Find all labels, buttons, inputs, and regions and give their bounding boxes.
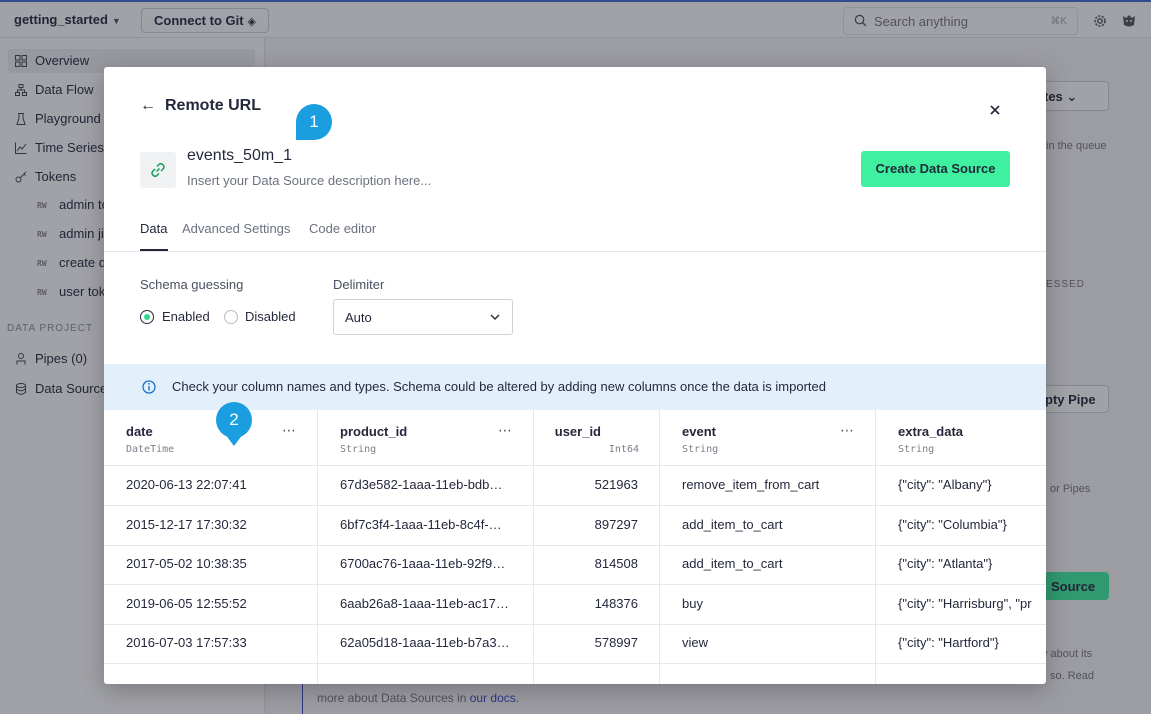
column-name[interactable]: date [126, 424, 153, 439]
schema-enabled-label[interactable]: Enabled [162, 309, 210, 324]
table-cell [318, 664, 533, 684]
table-cell: add_item_to_cart [660, 545, 875, 586]
column-header[interactable]: event String ⋯ [660, 410, 875, 466]
column-name[interactable]: event [682, 424, 716, 439]
table-column: extra_data String {"city": "Albany"} {"city… [876, 410, 1046, 684]
table-column: product_id String ⋯ 67d3e582-1aaa-11eb-bdb…… [318, 410, 534, 684]
table-cell [104, 664, 317, 684]
table-column: user_id Int64 521963 897297 814508 148376 5789… [534, 410, 660, 684]
datasource-type-icon [140, 152, 176, 188]
table-cell: {"city": "Harrisburg", "pr [876, 585, 1046, 625]
schema-disabled-label[interactable]: Disabled [245, 309, 296, 324]
schema-guessing-label: Schema guessing [140, 277, 244, 292]
column-menu-icon[interactable]: ⋯ [498, 422, 513, 439]
info-icon [142, 380, 156, 394]
table-cell: {"city": "Atlanta"} [876, 545, 1046, 586]
column-type: String [682, 444, 719, 455]
table-cell: 148376 [534, 585, 659, 625]
step-badge-1: 1 [296, 104, 332, 140]
table-cell: 2015-12-17 17:30:32 [104, 506, 317, 546]
table-column: date DateTime ⋯ 2020-06-13 22:07:41 2015-12-… [104, 410, 318, 684]
table-cell: 2016-07-03 17:57:33 [104, 624, 317, 665]
column-menu-icon[interactable]: ⋯ [282, 422, 297, 439]
column-header[interactable]: user_id Int64 [534, 410, 659, 466]
column-type: Int64 [608, 444, 639, 455]
table-cell: 6aab26a8-1aaa-11eb-ac17… [318, 585, 533, 625]
remote-url-modal: ← Remote URL events_50m_1 Insert your Da… [104, 67, 1046, 684]
table-cell: 897297 [534, 506, 659, 546]
close-icon[interactable] [988, 103, 1002, 117]
schema-enabled-radio[interactable] [140, 310, 154, 324]
column-header[interactable]: extra_data String [876, 410, 1046, 466]
chevron-down-icon [490, 314, 500, 320]
table-cell: {"city": "Columbia"} [876, 506, 1046, 546]
create-data-source-button[interactable]: Create Data Source [861, 151, 1010, 187]
column-type: DateTime [126, 444, 175, 455]
table-cell: 521963 [534, 466, 659, 506]
column-type: String [340, 444, 377, 455]
link-icon [151, 162, 165, 178]
delimiter-select[interactable]: Auto [333, 299, 513, 335]
table-column: event String ⋯ remove_item_from_cart add_ite… [660, 410, 876, 684]
table-cell [660, 664, 875, 684]
delimiter-value: Auto [345, 310, 372, 325]
table-cell: 6bf7c3f4-1aaa-11eb-8c4f-… [318, 506, 533, 546]
tab-advanced-settings[interactable]: Advanced Settings [182, 221, 290, 236]
preview-table: date DateTime ⋯ 2020-06-13 22:07:41 2015-12-… [104, 410, 1046, 684]
table-cell: {"city": "Hartford"} [876, 624, 1046, 665]
table-cell: buy [660, 585, 875, 625]
table-cell [534, 664, 659, 684]
table-cell: 2017-05-02 10:38:35 [104, 545, 317, 586]
step-badge-2: 2 [216, 402, 252, 438]
step-badge-2-pointer [225, 434, 243, 446]
delimiter-label: Delimiter [333, 277, 385, 292]
table-cell: 814508 [534, 545, 659, 586]
back-arrow-icon[interactable]: ← [140, 97, 156, 115]
column-header[interactable]: date DateTime ⋯ [104, 410, 317, 466]
active-tab-indicator [140, 249, 168, 251]
schema-info-banner: Check your column names and types. Schem… [104, 364, 1046, 410]
table-cell [876, 664, 1046, 684]
column-header[interactable]: product_id String ⋯ [318, 410, 533, 466]
info-text: Check your column names and types. Schem… [172, 379, 826, 394]
column-name[interactable]: product_id [340, 424, 407, 439]
modal-tabs: Data Advanced Settings Code editor [104, 215, 1046, 252]
schema-disabled-radio[interactable] [224, 310, 238, 324]
column-name[interactable]: extra_data [898, 424, 963, 439]
table-cell: 6700ac76-1aaa-11eb-92f9… [318, 545, 533, 586]
tab-code-editor[interactable]: Code editor [309, 221, 376, 236]
table-cell: 67d3e582-1aaa-11eb-bdb… [318, 466, 533, 506]
datasource-name-input[interactable]: events_50m_1 [187, 147, 292, 165]
table-cell: view [660, 624, 875, 665]
column-name[interactable]: user_id [555, 424, 601, 439]
table-cell: remove_item_from_cart [660, 466, 875, 506]
modal-title: Remote URL [165, 97, 262, 114]
column-type: String [898, 444, 935, 455]
tab-data[interactable]: Data [140, 221, 167, 236]
table-cell: 2020-06-13 22:07:41 [104, 466, 317, 506]
table-cell: 62a05d18-1aaa-11eb-b7a3… [318, 624, 533, 665]
table-cell: {"city": "Albany"} [876, 466, 1046, 506]
datasource-description-input[interactable]: Insert your Data Source description here… [187, 173, 431, 188]
table-cell: 2019-06-05 12:55:52 [104, 585, 317, 625]
table-cell: add_item_to_cart [660, 506, 875, 546]
table-cell: 578997 [534, 624, 659, 665]
column-menu-icon[interactable]: ⋯ [840, 422, 855, 439]
